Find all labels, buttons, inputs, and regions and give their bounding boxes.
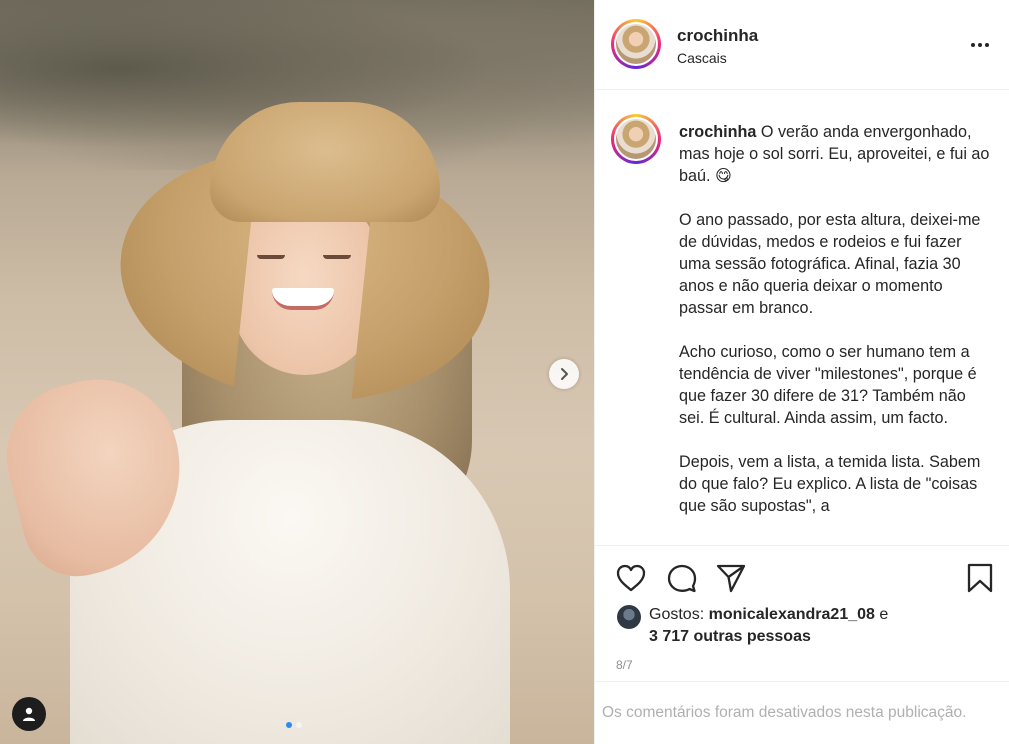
likes-text: Gostos: monicalexandra21_08 e 3 717 outr…	[649, 604, 949, 648]
header-location[interactable]: Cascais	[677, 50, 727, 66]
others-likes-link[interactable]: 3 717 outras pessoas	[649, 628, 811, 645]
heart-icon	[616, 564, 646, 592]
photo-eye-right	[323, 255, 351, 259]
chevron-right-icon	[561, 368, 568, 380]
share-button[interactable]	[715, 563, 747, 598]
post-date[interactable]: 8/7	[616, 658, 633, 672]
paper-plane-icon	[716, 564, 746, 593]
caption-paragraph: O ano passado, por esta altura, deixei-m…	[679, 211, 981, 317]
post-actions: Gostos: monicalexandra21_08 e 3 717 outr…	[595, 545, 1009, 681]
bookmark-icon	[967, 563, 993, 593]
liked-by-username[interactable]: monicalexandra21_08	[709, 606, 875, 623]
caption-paragraph: crochinha O verão anda envergonhado, mas…	[679, 121, 993, 187]
caption-area: crochinha O verão anda envergonhado, mas…	[595, 91, 1009, 545]
post-caption: crochinha O verão anda envergonhado, mas…	[679, 121, 993, 539]
post-side-panel: crochinha Cascais crochinha O verão anda…	[594, 0, 1009, 744]
likes-prefix: Gostos:	[649, 606, 705, 623]
more-dots-icon	[971, 43, 975, 47]
photo-eye-left	[257, 255, 285, 259]
comment-icon	[667, 564, 697, 593]
post-header: crochinha Cascais	[595, 0, 1009, 90]
caption-username[interactable]: crochinha	[679, 123, 756, 141]
caption-paragraph: Depois, vem a lista, a temida lista. Sab…	[679, 453, 981, 515]
comments-disabled-notice: Os comentários foram desativados nesta p…	[595, 681, 1009, 744]
tagged-users-button[interactable]	[12, 697, 46, 731]
liker-avatar[interactable]	[617, 605, 641, 629]
photo-face	[232, 195, 378, 375]
carousel-next-button[interactable]	[549, 359, 579, 389]
user-tag-icon	[23, 707, 35, 721]
photo-hat-crown	[210, 102, 440, 222]
caption-avatar[interactable]	[611, 114, 661, 164]
carousel-dot-active	[286, 722, 292, 728]
carousel-indicator	[286, 722, 302, 728]
post-photo[interactable]	[0, 0, 594, 744]
caption-paragraph: Acho curioso, como o ser humano tem a te…	[679, 343, 977, 427]
like-button[interactable]	[615, 563, 647, 598]
comment-button[interactable]	[666, 563, 698, 598]
photo-smile	[272, 288, 334, 310]
more-options-button[interactable]	[971, 35, 993, 55]
avatar[interactable]	[611, 19, 661, 69]
carousel-dot	[296, 722, 302, 728]
header-username[interactable]: crochinha	[677, 26, 758, 46]
save-button[interactable]	[966, 563, 994, 598]
likes-connector: e	[879, 606, 889, 623]
likes-summary: Gostos: monicalexandra21_08 e 3 717 outr…	[617, 604, 949, 648]
